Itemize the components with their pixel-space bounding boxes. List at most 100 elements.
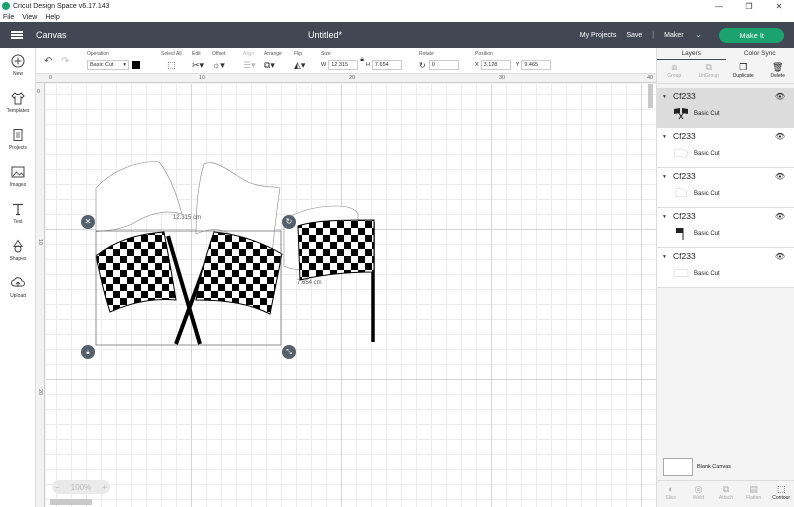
operation-label: Operation (87, 51, 109, 57)
lock-handle[interactable]: 🔒︎ (81, 345, 95, 359)
layer-type: Basic Cut (694, 271, 720, 277)
lock-icon: 🔒︎ (86, 350, 90, 356)
rotate-input[interactable]: 0 (428, 60, 459, 70)
offset-group: Offset ☼▾ (212, 51, 225, 71)
edit-icon[interactable]: ✂▾ (192, 60, 204, 71)
eye-icon[interactable]: 👁︎ (775, 132, 785, 141)
lock-icon[interactable]: 🔒︎ (360, 56, 364, 64)
operation-select[interactable]: Basic Cut ▾ (87, 60, 129, 70)
layer-thumbnail (676, 228, 684, 240)
menu-view[interactable]: View (22, 14, 37, 21)
group-button[interactable]: ⧈ Group (657, 62, 692, 83)
height-input[interactable]: 7.654 (371, 60, 402, 70)
eye-icon[interactable]: 👁︎ (775, 212, 785, 221)
attach-button[interactable]: ⧉ Attach (712, 481, 740, 507)
layer-row[interactable]: ▼ Cf233 👁︎ Basic Cut (657, 128, 794, 168)
zoom-out-button[interactable]: − (55, 483, 60, 492)
contour-button[interactable]: ⬚ Contour (767, 481, 794, 507)
width-input[interactable]: 12.315 (328, 60, 359, 70)
delete-button[interactable]: 🗑︎ Delete (761, 62, 794, 83)
layer-row[interactable]: ▼ Cf233 👁︎ Basic Cut (657, 168, 794, 208)
vertical-scrollbar[interactable] (648, 84, 653, 108)
redo-icon[interactable]: ↷ (61, 56, 69, 67)
eye-icon[interactable]: 👁︎ (775, 252, 785, 261)
collapse-icon[interactable]: ▼ (662, 254, 667, 260)
tab-color-sync[interactable]: Color Sync (726, 48, 794, 60)
align-group: Align ☰▾ (243, 51, 256, 71)
crossed-checkered-flags[interactable] (95, 231, 283, 345)
close-icon: ✕ (84, 217, 92, 226)
tab-layers[interactable]: Layers (657, 48, 726, 60)
sidebar-item-images[interactable]: Images (0, 165, 36, 188)
layer-thumbnail (674, 108, 688, 120)
app-header: Canvas Untitled* My Projects Save | Make… (0, 22, 794, 48)
arrange-group: Arrange ⧉▾ (264, 51, 282, 71)
flip-icon[interactable]: ◭▾ (294, 60, 305, 71)
my-projects-link[interactable]: My Projects (580, 32, 617, 39)
sidebar-item-label: New (12, 71, 23, 77)
eye-icon[interactable]: 👁︎ (775, 92, 785, 101)
left-sidebar: New Templates Projects Images Text Shape… (0, 48, 36, 507)
menu-help[interactable]: Help (45, 14, 59, 21)
collapse-icon[interactable]: ▼ (662, 94, 667, 100)
operation-group: Operation Basic Cut ▾ (87, 51, 140, 70)
menu-file[interactable]: File (3, 14, 14, 21)
x-input[interactable]: 3.128 (480, 60, 511, 70)
height-label: H (365, 62, 370, 68)
minimize-button[interactable]: — (704, 0, 734, 12)
layer-row[interactable]: ▼ Cf233 👁︎ Basic Cut (657, 208, 794, 248)
collapse-icon[interactable]: ▼ (662, 174, 667, 180)
ungroup-button[interactable]: ⧉ UnGroup (692, 62, 727, 83)
eye-icon[interactable]: 👁︎ (775, 172, 785, 181)
undo-icon[interactable]: ↶ (44, 56, 52, 67)
duplicate-button[interactable]: ❐ Duplicate (726, 62, 761, 83)
flatten-button[interactable]: ▤ Flatten (740, 481, 768, 507)
close-window-button[interactable]: ✕ (764, 0, 794, 12)
slice-button[interactable]: ◐ Slice (657, 481, 685, 507)
color-swatch[interactable] (132, 61, 140, 69)
arrange-icon[interactable]: ⧉▾ (264, 60, 275, 71)
sidebar-item-new[interactable]: New (0, 54, 36, 77)
collapse-icon[interactable]: ▼ (662, 214, 667, 220)
zoom-in-button[interactable]: + (102, 483, 107, 492)
document-title[interactable]: Untitled* (0, 30, 650, 40)
sidebar-item-shapes[interactable]: Shapes (0, 239, 36, 262)
make-it-button[interactable]: Make It (719, 27, 784, 43)
sidebar-item-label: Text (13, 219, 23, 225)
layer-type: Basic Cut (694, 151, 720, 157)
offset-icon[interactable]: ☼▾ (212, 60, 225, 71)
sidebar-item-label: Upload (10, 293, 26, 299)
design-canvas[interactable]: 0 10 20 30 40 0 10 20 12.315 cm 7.654 cm… (36, 74, 656, 507)
horizontal-scrollbar[interactable] (50, 499, 92, 505)
operation-value: Basic Cut (90, 62, 114, 68)
save-button[interactable]: Save (626, 32, 642, 39)
y-label: Y (515, 62, 520, 68)
weld-button[interactable]: ◎ Weld (685, 481, 713, 507)
layer-name: Cf233 (673, 91, 696, 101)
resize-handle[interactable]: ⤡ (282, 345, 296, 359)
y-input[interactable]: 9.465 (521, 60, 552, 70)
sidebar-item-templates[interactable]: Templates (0, 91, 36, 114)
blank-canvas-swatch[interactable] (663, 458, 693, 476)
layer-thumbnail (673, 148, 689, 159)
machine-select[interactable]: Maker ⌄ (664, 31, 711, 39)
window-title: Cricut Design Space v6.17.143 (13, 2, 110, 10)
collapse-icon[interactable]: ▼ (662, 134, 667, 140)
attach-icon: ⧉ (722, 484, 730, 494)
layer-row[interactable]: ▼ Cf233 👁︎ Basic Cut (657, 248, 794, 288)
x-label: X (475, 62, 479, 68)
delete-handle[interactable]: ✕ (81, 215, 95, 229)
plus-icon (0, 54, 36, 71)
align-icon[interactable]: ☰▾ (243, 60, 256, 71)
sidebar-item-projects[interactable]: Projects (0, 128, 36, 151)
maximize-button[interactable]: ❐ (734, 0, 764, 12)
contour-icon: ⬚ (776, 484, 786, 494)
chevron-down-icon: ▾ (123, 62, 126, 68)
layer-row[interactable]: ▼ Cf233 👁︎ Basic Cut (657, 88, 794, 128)
sidebar-item-upload[interactable]: Upload (0, 276, 36, 299)
rotate-handle[interactable]: ↻ (282, 215, 296, 229)
text-icon (0, 202, 36, 219)
sidebar-item-text[interactable]: Text (0, 202, 36, 225)
select-all-icon[interactable]: ⬚ (167, 60, 176, 71)
position-group: Position X 3.128 Y 9.465 (475, 51, 552, 70)
